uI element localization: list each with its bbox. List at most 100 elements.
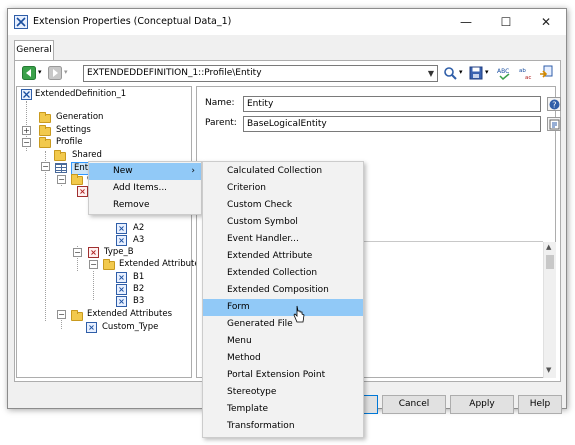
- cancel-button[interactable]: Cancel: [382, 395, 446, 414]
- submenu-item-criterion[interactable]: Criterion: [203, 180, 363, 197]
- collapse-icon[interactable]: −: [41, 162, 50, 171]
- metaclass-icon: [55, 163, 67, 173]
- submenu-item-template[interactable]: Template: [203, 401, 363, 418]
- chevron-down-icon[interactable]: ▼: [428, 66, 434, 81]
- title-bar: Extension Properties (Conceptual Data_1)…: [8, 9, 566, 35]
- svg-text:ac: ac: [525, 75, 531, 80]
- tree-node-shared[interactable]: Shared: [72, 150, 102, 161]
- submenu-item-transformation[interactable]: Transformation: [203, 418, 363, 435]
- tree-node-profile[interactable]: Profile: [56, 137, 82, 148]
- folder-icon: [71, 174, 83, 185]
- parent-label: Parent:: [205, 118, 237, 128]
- menu-item-new[interactable]: New ›: [89, 163, 201, 180]
- collapse-icon[interactable]: −: [73, 248, 82, 257]
- name-label: Name:: [205, 98, 235, 108]
- menu-item-label: New: [113, 166, 133, 176]
- name-field[interactable]: Entity: [243, 96, 541, 112]
- menu-item-label: Add Items...: [113, 183, 168, 193]
- save-icon[interactable]: [469, 66, 483, 80]
- tab-general[interactable]: General: [14, 40, 54, 61]
- apply-button[interactable]: Apply: [450, 395, 514, 414]
- save-dropdown-icon[interactable]: ▾: [485, 68, 489, 76]
- extended-attribute-icon: ×: [116, 272, 127, 283]
- window-title: Extension Properties (Conceptual Data_1): [33, 16, 232, 27]
- maximize-button[interactable]: ☐: [486, 9, 526, 35]
- parent-field[interactable]: BaseLogicalEntity: [243, 116, 541, 132]
- folder-icon: [71, 310, 83, 321]
- scroll-up-icon[interactable]: ▲: [546, 243, 551, 251]
- extended-attribute-icon: ×: [116, 223, 127, 234]
- submenu-item-menu[interactable]: Menu: [203, 333, 363, 350]
- tree-connector: [45, 151, 46, 321]
- tree-node-b2[interactable]: B2: [133, 284, 144, 295]
- submenu-item-stereotype[interactable]: Stereotype: [203, 384, 363, 401]
- extended-attribute-icon: ×: [116, 284, 127, 295]
- collapse-icon[interactable]: −: [57, 310, 66, 319]
- svg-text:ab: ab: [519, 68, 526, 74]
- menu-item-label: Remove: [113, 200, 150, 210]
- mouse-cursor-icon: [293, 305, 305, 323]
- submenu-item-generated-file[interactable]: Generated File: [203, 316, 363, 333]
- comment-scrollbar[interactable]: ▲ ▼: [543, 242, 556, 378]
- context-menu: New › Add Items... Remove: [88, 161, 202, 215]
- submenu-item-custom-symbol[interactable]: Custom Symbol: [203, 214, 363, 231]
- extended-attr-type-icon: ×: [88, 247, 99, 258]
- submenu-item-extended-collection[interactable]: Extended Collection: [203, 265, 363, 282]
- tree-connector: [93, 271, 94, 300]
- folder-icon: [39, 125, 51, 136]
- extended-attribute-icon: ×: [116, 235, 127, 246]
- path-value: EXTENDEDDEFINITION_1::Profile\Entity: [87, 68, 262, 78]
- collapse-icon[interactable]: −: [57, 175, 66, 184]
- extended-attr-type-icon: ×: [77, 186, 88, 197]
- svg-text:ABC: ABC: [497, 68, 509, 75]
- submenu-item-custom-check[interactable]: Custom Check: [203, 197, 363, 214]
- submenu-item-form[interactable]: Form: [203, 299, 363, 316]
- scroll-thumb[interactable]: [546, 255, 554, 269]
- submenu-item-portal-extension-point[interactable]: Portal Extension Point: [203, 367, 363, 384]
- collapse-icon[interactable]: −: [89, 260, 98, 269]
- forward-dropdown-icon[interactable]: ▾: [64, 68, 68, 76]
- chevron-right-icon: ›: [191, 166, 195, 176]
- properties-icon[interactable]: [547, 117, 561, 131]
- folder-open-icon: [39, 137, 51, 148]
- tree-node-extended-attributes[interactable]: Extended Attributes: [119, 259, 204, 270]
- import-icon[interactable]: [539, 65, 553, 79]
- collapse-icon[interactable]: −: [22, 138, 31, 147]
- app-icon: [14, 15, 28, 29]
- close-button[interactable]: ✕: [526, 9, 566, 35]
- submenu-item-method[interactable]: Method: [203, 350, 363, 367]
- folder-icon: [54, 150, 66, 161]
- tree-node-custom-type[interactable]: Custom_Type: [102, 322, 158, 333]
- submenu-item-extended-composition[interactable]: Extended Composition: [203, 282, 363, 299]
- expand-icon[interactable]: +: [22, 126, 31, 135]
- help-button[interactable]: Help: [518, 395, 562, 414]
- find-dropdown-icon[interactable]: ▾: [459, 68, 463, 76]
- svg-text:?: ?: [552, 101, 556, 110]
- tree-node-b3[interactable]: B3: [133, 296, 144, 307]
- path-combo[interactable]: EXTENDEDDEFINITION_1::Profile\Entity ▼: [83, 65, 438, 82]
- spelling-icon[interactable]: ABC: [497, 66, 511, 80]
- scroll-down-icon[interactable]: ▼: [546, 366, 551, 374]
- replace-icon[interactable]: ab ac: [519, 66, 533, 80]
- submenu-item-calculated-collection[interactable]: Calculated Collection: [203, 163, 363, 180]
- menu-item-remove[interactable]: Remove: [89, 197, 201, 214]
- tree-node-settings[interactable]: Settings: [56, 125, 91, 136]
- find-icon[interactable]: [443, 66, 457, 80]
- submenu-item-extended-attribute[interactable]: Extended Attribute: [203, 248, 363, 265]
- menu-item-add-items[interactable]: Add Items...: [89, 180, 201, 197]
- back-dropdown-icon[interactable]: ▾: [38, 68, 42, 76]
- tree-node-a2[interactable]: A2: [133, 223, 144, 234]
- minimize-button[interactable]: —: [446, 9, 486, 35]
- help-icon[interactable]: ?: [547, 97, 561, 111]
- back-arrow-icon[interactable]: [22, 66, 36, 80]
- tree-node-root[interactable]: ExtendedDefinition_1: [35, 89, 126, 100]
- tree-node-extended-attributes-2[interactable]: Extended Attributes: [87, 309, 172, 320]
- forward-arrow-icon[interactable]: [48, 66, 62, 80]
- tree-node-a3[interactable]: A3: [133, 235, 144, 246]
- definition-tree[interactable]: ExtendedDefinition_1 Generation + Settin…: [16, 86, 204, 378]
- folder-icon: [103, 259, 115, 270]
- tree-node-b1[interactable]: B1: [133, 272, 144, 283]
- submenu-item-event-handler[interactable]: Event Handler...: [203, 231, 363, 248]
- tree-node-type-b[interactable]: Type_B: [104, 247, 134, 258]
- tree-node-generation[interactable]: Generation: [56, 112, 103, 123]
